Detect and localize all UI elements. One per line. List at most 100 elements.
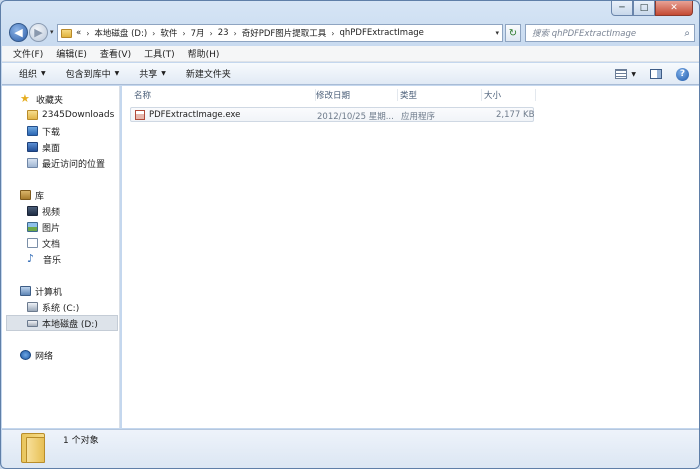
- nav-label: 本地磁盘 (D:): [42, 319, 98, 330]
- nav-item-downloads[interactable]: 下载: [2, 123, 119, 139]
- column-header-type[interactable]: 类型: [396, 89, 482, 101]
- nav-item-documents[interactable]: 文档: [2, 235, 119, 251]
- file-size: 2,177 KB: [496, 110, 535, 120]
- file-type: 应用程序: [401, 112, 436, 122]
- menu-bar: 文件(F) 编辑(E) 查看(V) 工具(T) 帮助(H): [2, 46, 699, 62]
- breadcrumb-separator[interactable]: ›: [152, 29, 155, 38]
- file-name: PDFExtractImage.exe: [149, 110, 241, 120]
- back-button[interactable]: ◀: [9, 23, 28, 42]
- nav-label: 系统 (C:): [42, 303, 80, 314]
- nav-item-desktop[interactable]: 桌面: [2, 139, 119, 155]
- breadcrumb-separator[interactable]: ›: [234, 29, 237, 38]
- system-drive-icon: [27, 302, 38, 312]
- nav-libraries[interactable]: 库: [2, 187, 119, 203]
- back-arrow-icon: ◀: [14, 26, 23, 39]
- network-icon: [20, 350, 31, 360]
- address-dropdown-icon[interactable]: ▾: [495, 29, 499, 37]
- drive-icon: [27, 319, 38, 327]
- search-placeholder: 搜索 qhPDFExtractImage: [532, 29, 637, 39]
- breadcrumb: › 本地磁盘 (D:) › 软件 › 7月 › 23 › 奇好PDF图片提取工具…: [81, 27, 424, 39]
- breadcrumb-item[interactable]: 奇好PDF图片提取工具: [242, 27, 327, 39]
- desktop-icon: [27, 142, 38, 152]
- file-modified: 2012/10/25 星期...: [317, 112, 394, 122]
- include-in-library-label: 包含到库中: [65, 70, 111, 80]
- window-controls: ─ □ ✕: [611, 1, 693, 16]
- video-icon: [27, 206, 38, 216]
- folder-icon: [21, 433, 45, 463]
- address-bar[interactable]: « › 本地磁盘 (D:) › 软件 › 7月 › 23 › 奇好PDF图片提取…: [57, 24, 503, 42]
- close-button[interactable]: ✕: [655, 1, 693, 16]
- nav-favorites[interactable]: ★ 收藏夹: [2, 91, 119, 107]
- include-in-library-button[interactable]: 包含到库中 ▼: [66, 67, 120, 80]
- nav-label: 网络: [35, 351, 54, 362]
- breadcrumb-separator[interactable]: ›: [86, 29, 89, 38]
- command-bar: 组织 ▼ 包含到库中 ▼ 共享 ▼ 新建文件夹 ▼ ?: [2, 63, 699, 85]
- menu-help[interactable]: 帮助(H): [188, 47, 220, 60]
- column-header-name[interactable]: 名称: [130, 89, 316, 101]
- help-icon[interactable]: ?: [676, 67, 689, 81]
- search-icon[interactable]: ⌕: [684, 28, 690, 39]
- breadcrumb-item[interactable]: qhPDFExtractImage: [340, 28, 424, 38]
- maximize-button[interactable]: □: [633, 1, 655, 16]
- organize-button[interactable]: 组织 ▼: [19, 67, 46, 80]
- explorer-window: ─ □ ✕ ◀ ▶ ▾ « › 本地磁盘 (D:) › 软件 › 7月 › 23…: [0, 0, 700, 469]
- application-icon: [135, 110, 145, 120]
- breadcrumb-item[interactable]: 7月: [191, 27, 205, 39]
- breadcrumb-separator[interactable]: ›: [182, 29, 185, 38]
- nav-item-videos[interactable]: 视频: [2, 203, 119, 219]
- menu-file[interactable]: 文件(F): [13, 47, 43, 60]
- menu-view[interactable]: 查看(V): [100, 47, 131, 60]
- menu-edit[interactable]: 编辑(E): [56, 47, 87, 60]
- breadcrumb-separator[interactable]: ›: [210, 29, 213, 38]
- folder-icon: [61, 28, 72, 38]
- nav-label: 音乐: [43, 255, 62, 266]
- minimize-button[interactable]: ─: [611, 1, 633, 16]
- recent-pages-dropdown-icon[interactable]: ▾: [50, 28, 54, 36]
- view-options-dropdown[interactable]: ▼: [631, 71, 636, 78]
- share-label: 共享: [139, 70, 158, 80]
- breadcrumb-item[interactable]: 本地磁盘 (D:): [94, 27, 147, 39]
- nav-item-drive-c[interactable]: 系统 (C:): [2, 299, 119, 315]
- nav-label: 文档: [42, 239, 61, 250]
- nav-label: 2345Downloads: [42, 110, 115, 120]
- menu-tools[interactable]: 工具(T): [144, 47, 175, 60]
- refresh-icon: ↻: [508, 27, 518, 39]
- nav-network[interactable]: 网络: [2, 347, 119, 363]
- column-header-size[interactable]: 大小: [480, 89, 536, 101]
- item-count: 1 个对象: [63, 436, 99, 446]
- new-folder-button[interactable]: 新建文件夹: [186, 67, 231, 80]
- chevron-down-icon: ▼: [41, 70, 46, 77]
- chevron-down-icon: ▼: [161, 70, 166, 77]
- nav-item-drive-d[interactable]: 本地磁盘 (D:): [6, 315, 118, 331]
- computer-icon: [20, 286, 31, 296]
- breadcrumb-item[interactable]: 23: [218, 28, 229, 38]
- preview-pane-icon[interactable]: [650, 69, 662, 79]
- nav-label: 计算机: [35, 287, 63, 298]
- nav-item-2345downloads[interactable]: 2345Downloads: [2, 107, 119, 123]
- star-icon: ★: [20, 92, 30, 105]
- details-pane: 1 个对象: [2, 429, 699, 468]
- forward-button[interactable]: ▶: [29, 23, 48, 42]
- nav-label: 最近访问的位置: [42, 159, 106, 170]
- nav-item-music[interactable]: ♪ 音乐: [2, 251, 119, 267]
- folder-front-shape: [26, 437, 45, 463]
- nav-label: 图片: [42, 223, 61, 234]
- change-view-icon[interactable]: [615, 69, 628, 79]
- chevron-down-icon: ▼: [114, 70, 120, 77]
- search-input[interactable]: 搜索 qhPDFExtractImage ⌕: [525, 24, 695, 42]
- column-header-modified[interactable]: 修改日期: [312, 89, 398, 101]
- column-headers: 名称 修改日期 类型 大小: [122, 86, 699, 103]
- nav-label: 桌面: [42, 143, 61, 154]
- nav-computer[interactable]: 计算机: [2, 283, 119, 299]
- breadcrumb-separator[interactable]: ›: [331, 29, 334, 38]
- nav-item-recent-places[interactable]: 最近访问的位置: [2, 155, 119, 171]
- nav-item-pictures[interactable]: 图片: [2, 219, 119, 235]
- refresh-button[interactable]: ↻: [505, 24, 521, 42]
- file-list: 名称 修改日期 类型 大小 PDFExtractImage.exe 2012/1…: [122, 86, 699, 428]
- breadcrumb-item[interactable]: 软件: [160, 27, 177, 39]
- table-row[interactable]: PDFExtractImage.exe 2012/10/25 星期... 应用程…: [130, 107, 534, 122]
- share-button[interactable]: 共享 ▼: [139, 67, 166, 80]
